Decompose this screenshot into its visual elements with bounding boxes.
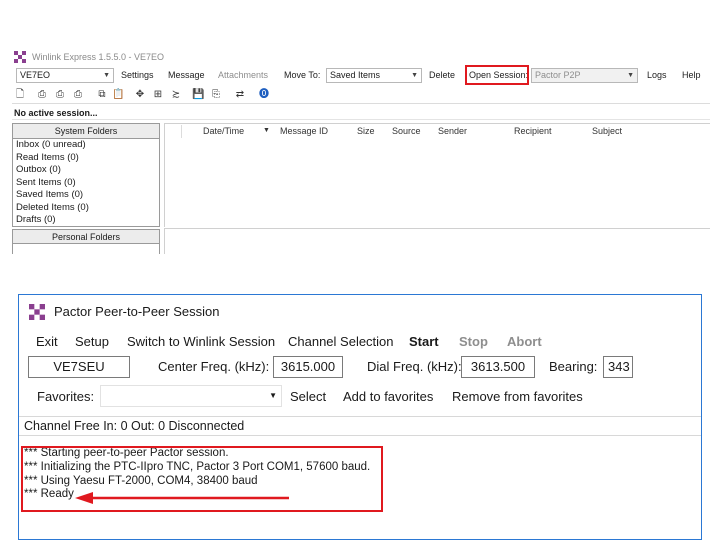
app-logo-icon [14, 51, 26, 63]
session-status: No active session... [12, 106, 710, 120]
column-header-size[interactable]: Size [357, 126, 375, 136]
column-header-recipient[interactable]: Recipient [514, 126, 552, 136]
open-session-highlight [465, 65, 529, 85]
personal-folders-panel: Personal Folders [12, 229, 160, 254]
winlink-express-window: Winlink Express 1.5.5.0 - VE7EO VE7EO ▼ … [12, 48, 710, 254]
folder-item[interactable]: Outbox (0) [13, 164, 159, 177]
move-to-select[interactable]: Saved Items ▼ [326, 68, 422, 83]
folder-item[interactable]: Deleted Items (0) [13, 202, 159, 215]
help-menu[interactable]: Help [682, 67, 701, 84]
column-header-message-id[interactable]: Message ID [280, 126, 328, 136]
icon-toolbar: 🗋 ⎙ ⎙ ⎙ ⧉ 📋 ✥ ⊞ ≿ 💾 ⎘ ⇄ ⓿ [12, 86, 710, 104]
session-type-value: Pactor P2P [535, 70, 581, 80]
sort-desc-icon: ▼ [263, 127, 270, 134]
window-title: Winlink Express 1.5.5.0 - VE7EO [32, 52, 165, 62]
attach-icon[interactable]: ⎘ [210, 89, 222, 101]
reply-icon[interactable]: ≿ [170, 89, 182, 101]
system-folders-panel: System Folders Inbox (0 unread) Read Ite… [12, 123, 160, 227]
move-to-label: Move To: [284, 70, 321, 80]
folder-item[interactable]: Sent Items (0) [13, 177, 159, 190]
personal-folders-header: Personal Folders [13, 230, 159, 244]
main-toolbar: VE7EO ▼ Settings Message Attachments Mov… [12, 65, 710, 85]
help-icon[interactable]: ⓿ [258, 89, 270, 101]
column-separator [181, 125, 182, 138]
folder-item[interactable]: Read Items (0) [13, 152, 159, 165]
folder-item[interactable]: Inbox (0 unread) [13, 139, 159, 152]
move-to-value: Saved Items [330, 70, 381, 80]
column-header-source[interactable]: Source [392, 126, 421, 136]
message-list[interactable]: Date/Time ▼ Message ID Size Source Sende… [164, 123, 710, 227]
ready-arrow-icon [75, 492, 289, 504]
message-preview-pane [164, 228, 710, 254]
print-icon[interactable]: ⎙ [36, 89, 48, 101]
session-type-select[interactable]: Pactor P2P ▼ [531, 68, 638, 83]
new-doc-icon[interactable]: 🗋 [14, 89, 26, 101]
column-header-subject[interactable]: Subject [592, 126, 622, 136]
system-folders-header: System Folders [13, 124, 159, 139]
copy-icon[interactable]: ⧉ [96, 89, 108, 101]
chevron-down-icon: ▼ [627, 72, 634, 79]
column-header-datetime[interactable]: Date/Time [203, 126, 244, 136]
paste-icon[interactable]: 📋 [112, 89, 124, 101]
folder-item[interactable]: Drafts (0) [13, 214, 159, 227]
settings-menu[interactable]: Settings [121, 67, 154, 84]
message-menu[interactable]: Message [168, 67, 205, 84]
print-all-icon[interactable]: ⎙ [72, 89, 84, 101]
pactor-p2p-window: Pactor Peer-to-Peer Session Exit Setup S… [18, 294, 702, 540]
delete-button[interactable]: Delete [429, 67, 455, 84]
folder-item[interactable]: Saved Items (0) [13, 189, 159, 202]
move-icon[interactable]: ✥ [134, 89, 146, 101]
title-bar: Winlink Express 1.5.5.0 - VE7EO [12, 48, 710, 66]
chevron-down-icon: ▼ [103, 72, 110, 79]
attachments-menu[interactable]: Attachments [218, 67, 268, 84]
callsign-select[interactable]: VE7EO ▼ [16, 68, 114, 83]
callsign-value: VE7EO [20, 70, 51, 80]
column-header-sender[interactable]: Sender [438, 126, 467, 136]
print-preview-icon[interactable]: ⎙ [54, 89, 66, 101]
forward-icon[interactable]: ⊞ [152, 89, 164, 101]
logs-menu[interactable]: Logs [647, 67, 667, 84]
sort-icon[interactable]: ⇄ [234, 89, 246, 101]
save-icon[interactable]: 💾 [192, 89, 204, 101]
chevron-down-icon: ▼ [411, 72, 418, 79]
